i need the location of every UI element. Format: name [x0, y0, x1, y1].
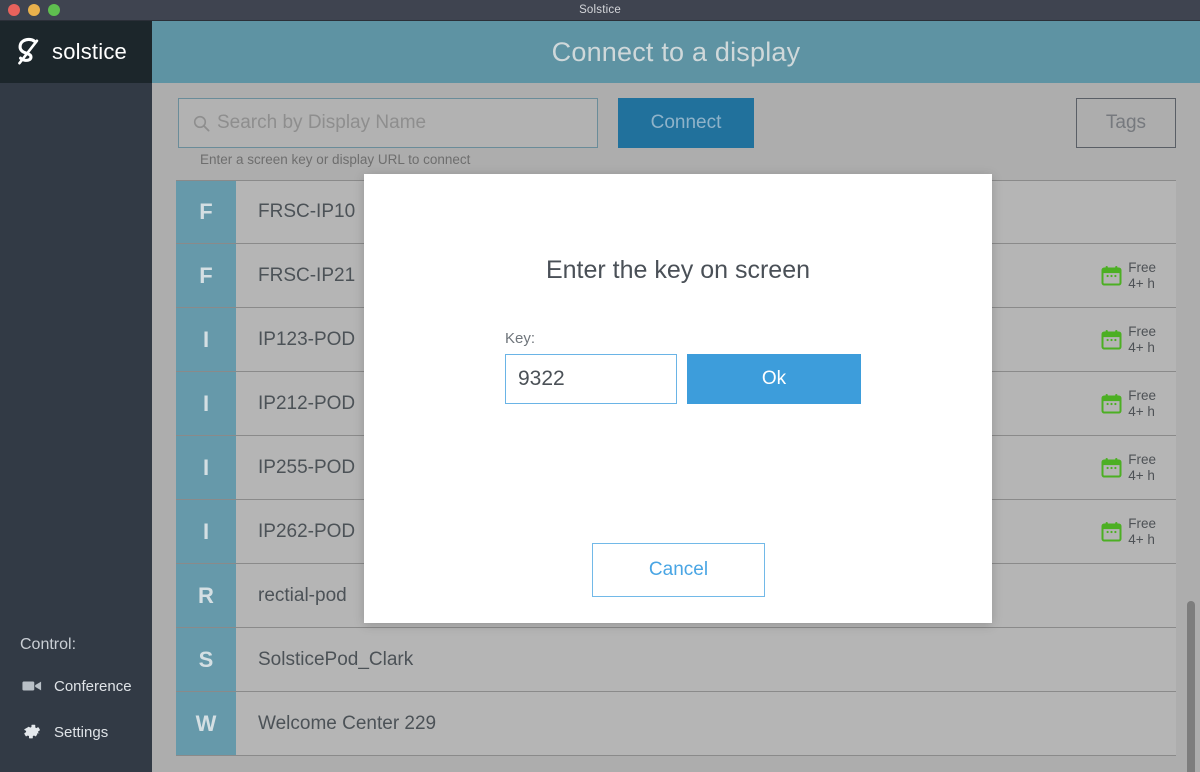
- key-field-row: Key: Ok: [505, 330, 861, 404]
- enter-key-dialog: Enter the key on screen Key: Ok Cancel: [364, 174, 992, 623]
- key-label: Key:: [505, 330, 536, 347]
- dialog-title: Enter the key on screen: [545, 256, 811, 284]
- modal-overlay: Enter the key on screen Key: Ok Cancel: [0, 0, 1200, 772]
- key-input[interactable]: [505, 354, 677, 404]
- app-window: Solstice solstice Control: Conference Se…: [0, 0, 1200, 772]
- ok-button[interactable]: Ok: [687, 354, 861, 404]
- cancel-button[interactable]: Cancel: [592, 543, 765, 597]
